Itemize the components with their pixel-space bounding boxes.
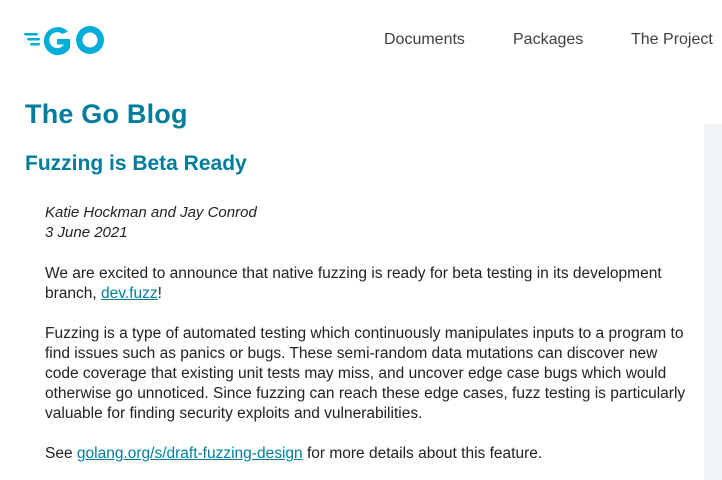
nav-the-project[interactable]: The Project [631, 31, 713, 49]
go-logo-icon [24, 26, 104, 56]
paragraph-3-start: See [45, 445, 77, 462]
dev-fuzz-link[interactable]: dev.fuzz [101, 285, 158, 302]
blog-title[interactable]: The Go Blog [25, 99, 188, 130]
go-logo[interactable] [24, 22, 108, 58]
paragraph-3-end: for more details about this feature. [302, 445, 543, 462]
sidebar-panel [704, 124, 722, 480]
post-paragraph-2: Fuzzing is a type of automated testing w… [45, 325, 686, 422]
post-author: Katie Hockman and Jay Conrod [45, 204, 257, 221]
site-header: Documents Packages The Project [0, 0, 722, 82]
paragraph-1-end: ! [157, 285, 162, 302]
fuzzing-design-link[interactable]: golang.org/s/draft-fuzzing-design [77, 445, 303, 462]
post-title[interactable]: Fuzzing is Beta Ready [25, 152, 247, 176]
nav-packages[interactable]: Packages [513, 31, 583, 49]
post-paragraph-3: See golang.org/s/draft-fuzzing-design fo… [45, 444, 695, 464]
nav-documents[interactable]: Documents [384, 31, 465, 49]
post-date: 3 June 2021 [45, 224, 128, 241]
post-paragraph-1: We are excited to announce that native f… [45, 264, 695, 304]
